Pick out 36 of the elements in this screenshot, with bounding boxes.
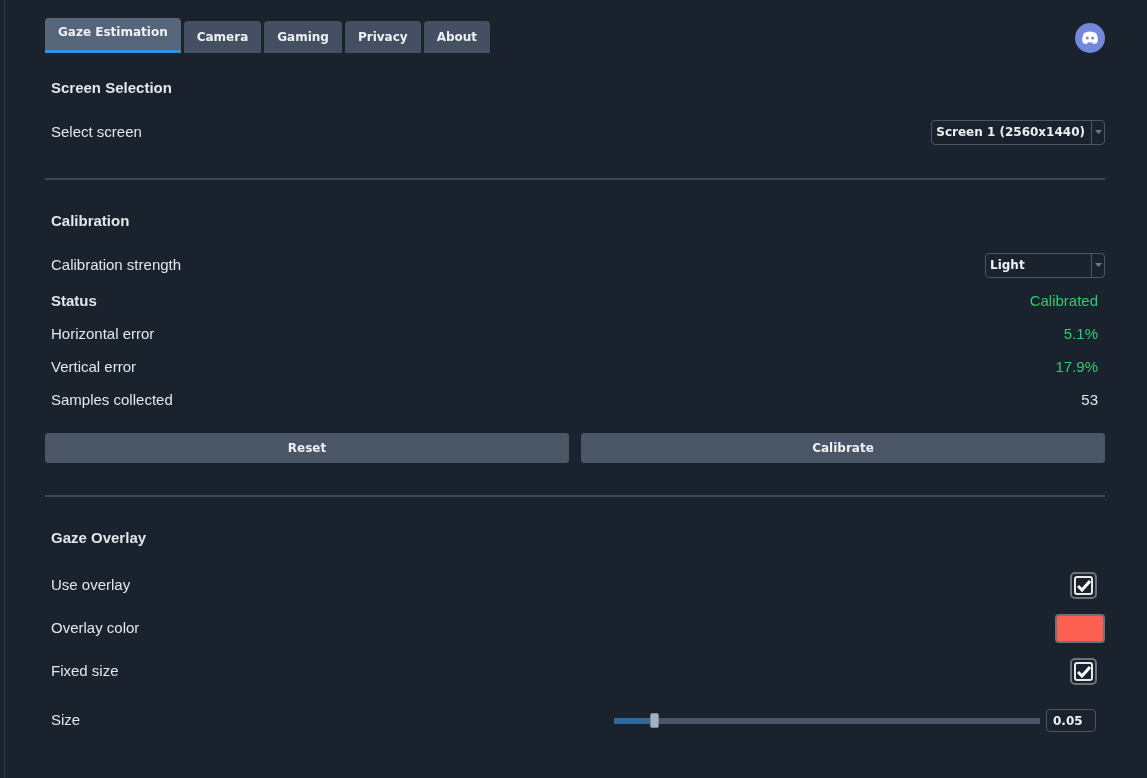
row-label: Use overlay (51, 575, 131, 596)
checkbox[interactable] (1070, 572, 1097, 599)
row-label: Samples collected (51, 390, 173, 411)
row-value: 17.9% (1055, 357, 1098, 378)
row-value: 53 (1081, 390, 1098, 411)
row-label: Horizontal error (51, 324, 155, 345)
row-label: Calibration strength (51, 254, 182, 275)
chat-logo-icon[interactable] (1075, 22, 1105, 53)
row-label: Fixed size (51, 661, 119, 682)
number-field[interactable]: 0.05 (1046, 709, 1096, 732)
tab[interactable]: Gaze Estimation (45, 18, 181, 53)
check-icon (1076, 579, 1091, 592)
tab[interactable]: About (423, 21, 491, 53)
section-title: Calibration (50, 211, 131, 231)
checkbox[interactable] (1070, 658, 1097, 685)
dropdown[interactable]: Screen 1 (2560x1440) (931, 119, 1105, 145)
row-label: Size (51, 710, 81, 731)
check-icon (1076, 665, 1091, 678)
dropdown[interactable]: Light (985, 252, 1105, 278)
section-title: Gaze Overlay (50, 528, 148, 548)
row-label: Overlay color (51, 618, 140, 639)
row-label: Select screen (51, 121, 142, 142)
row-label: Status (51, 291, 97, 312)
tab[interactable]: Privacy (344, 21, 421, 53)
action-button[interactable]: Calibrate (581, 433, 1105, 463)
tab[interactable]: Camera (183, 21, 262, 53)
color-swatch[interactable] (1055, 614, 1105, 643)
caret-icon (1094, 263, 1102, 267)
row-value: 5.1% (1063, 324, 1098, 345)
caret-icon (1094, 130, 1102, 134)
slider-handle[interactable] (650, 713, 660, 728)
section-title: Screen Selection (50, 78, 173, 98)
tab[interactable]: Gaming (264, 21, 342, 53)
row-value: Calibrated (1029, 291, 1098, 312)
action-button[interactable]: Reset (45, 433, 569, 463)
row-label: Vertical error (51, 357, 137, 378)
